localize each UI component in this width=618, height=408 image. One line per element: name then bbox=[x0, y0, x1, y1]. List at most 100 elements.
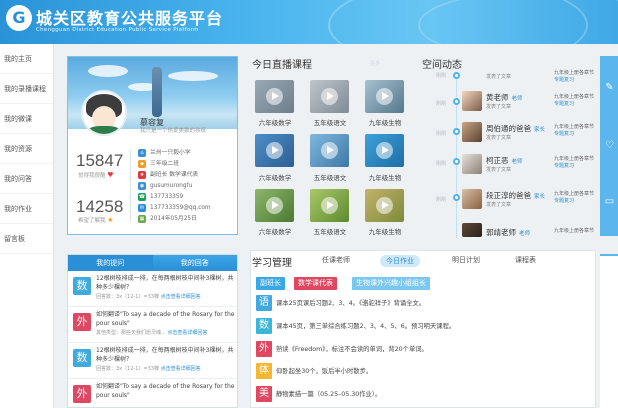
course-thumb[interactable] bbox=[310, 189, 349, 222]
activity-target[interactable]: 九年级上册各章节 bbox=[554, 228, 594, 235]
homework-text: 课本25页课后习题2、3、4。《骆驼祥子》背诵全文。 bbox=[276, 300, 426, 307]
info-phone: ☎ 137733359 bbox=[138, 192, 184, 201]
course-label[interactable]: 五年级语文 bbox=[302, 172, 358, 182]
info-school: ⌂ 兰州一只毅小学 bbox=[138, 148, 191, 159]
activity-user[interactable]: 柯正恶 老师 bbox=[486, 155, 523, 166]
list-item[interactable]: 外 如何翻译"To say a decade of the Rosary for… bbox=[68, 307, 237, 343]
avatar[interactable] bbox=[462, 189, 482, 209]
tab-my-questions[interactable]: 我的提问 bbox=[68, 255, 153, 271]
sidebar-item-qa[interactable]: 我的问答 bbox=[0, 164, 53, 194]
list-item[interactable]: 数 12根树枝排成一排，在每两根树枝中间补3棵树，共种多少棵树？ 回答数：3x（… bbox=[68, 271, 237, 307]
role-icon: ★ bbox=[138, 170, 146, 179]
subject-badge: 美 bbox=[256, 386, 272, 402]
heart-icon: ♥ bbox=[107, 171, 114, 179]
activity-target[interactable]: 九年级上册各章节 专题复习 bbox=[554, 124, 594, 138]
live-more-link[interactable]: 更多 bbox=[370, 60, 380, 67]
course-thumb[interactable] bbox=[365, 189, 404, 222]
list-item[interactable]: 外 如何翻译"To say a decade of the Rosary for… bbox=[68, 379, 237, 407]
sidebar-item-resources[interactable]: 我的资源 bbox=[0, 134, 53, 164]
activity-user[interactable]: 郭靖老师 老师 bbox=[486, 227, 530, 238]
question-text: 如何翻译"To say a decade of the Rosary for t… bbox=[96, 383, 235, 399]
course-label[interactable]: 九年级生物 bbox=[357, 117, 413, 127]
avatar[interactable] bbox=[462, 91, 482, 111]
course-label[interactable]: 六年级数学 bbox=[247, 117, 303, 127]
study-title: 学习管理 bbox=[252, 258, 292, 269]
sidebar-item-homework[interactable]: 我的作业 bbox=[0, 194, 53, 224]
sidebar-item-home[interactable]: 我的主页 bbox=[0, 44, 53, 74]
course-label[interactable]: 九年级生物 bbox=[357, 172, 413, 182]
avatar[interactable] bbox=[462, 223, 482, 237]
tab-today-homework[interactable]: 今日作业 bbox=[380, 255, 420, 267]
play-icon bbox=[376, 197, 393, 214]
list-item[interactable]: 数 12根树枝排成一排，在每两根树枝中间补3棵树，共种多少棵树？ 回答数：3x（… bbox=[68, 343, 237, 379]
avatar[interactable] bbox=[81, 90, 127, 136]
live-courses-title: 今日直播课程 bbox=[252, 60, 312, 71]
homework-row[interactable]: 语 课本25页课后习题2、3、4。《骆驼祥子》背诵全文。 bbox=[254, 294, 592, 314]
activity-desc: 发表了文章 bbox=[486, 104, 512, 110]
play-icon bbox=[321, 197, 338, 214]
course-thumb[interactable] bbox=[365, 80, 404, 113]
play-icon bbox=[376, 88, 393, 105]
course-label[interactable]: 六年级数学 bbox=[247, 226, 303, 236]
timeline-dot bbox=[453, 98, 460, 105]
activity-target[interactable]: 九年级上册各章节 专题复习 bbox=[554, 94, 594, 108]
heart-outline-icon[interactable]: ♡ bbox=[604, 140, 615, 151]
activity-user[interactable]: 段正淳的爸爸 家长 bbox=[486, 190, 545, 201]
sidebar-item-recorded-courses[interactable]: 我的录播课程 bbox=[0, 74, 53, 104]
tab-teachers[interactable]: 任课老师 bbox=[322, 255, 350, 265]
avatar[interactable] bbox=[462, 154, 482, 174]
profile-motto: 我只是一个热爱美数的孩纸 bbox=[140, 128, 207, 134]
course-thumb[interactable] bbox=[310, 80, 349, 113]
homework-row[interactable]: 美 静物素描一篇（05.25–05.30作业）。 bbox=[254, 385, 592, 405]
timeline-dot bbox=[453, 194, 460, 201]
homework-row[interactable]: 体 仰卧起坐30个，饭后半小时散步。 bbox=[254, 362, 592, 382]
timeline-dot bbox=[453, 158, 460, 165]
subject-badge: 外 bbox=[73, 385, 91, 403]
phone-icon: ☎ bbox=[138, 192, 146, 201]
role-tag: 数学课代表 bbox=[294, 277, 337, 290]
tab-my-answers[interactable]: 我的回答 bbox=[153, 255, 238, 271]
activity-user[interactable]: 黄老师 老师 bbox=[486, 92, 523, 103]
sidebar-item-message-board[interactable]: 留言板 bbox=[0, 224, 53, 254]
course-label[interactable]: 五年级语文 bbox=[302, 117, 358, 127]
subject-badge: 外 bbox=[256, 341, 272, 357]
course-thumb[interactable] bbox=[255, 134, 294, 167]
course-thumb[interactable] bbox=[255, 80, 294, 113]
sidebar-item-micro-courses[interactable]: 我的微课 bbox=[0, 104, 53, 134]
course-label[interactable]: 五年级语文 bbox=[302, 226, 358, 236]
sidebar: 我的主页 我的录播课程 我的微课 我的资源 我的问答 我的作业 留言板 bbox=[0, 44, 54, 408]
activity-desc: 发表了文章 bbox=[486, 167, 512, 173]
avatar[interactable] bbox=[462, 122, 482, 142]
tab-timetable[interactable]: 课程表 bbox=[515, 255, 536, 265]
know-count: 14258 bbox=[76, 197, 124, 216]
course-label[interactable]: 六年级数学 bbox=[247, 172, 303, 182]
activity-desc: 发表了文章 bbox=[486, 135, 512, 141]
detail-link[interactable]: 点击查看详细回答 bbox=[161, 366, 201, 372]
activity-target[interactable]: 九年级上册各章节 专题复习 bbox=[554, 70, 594, 84]
subject-badge: 语 bbox=[256, 295, 272, 311]
activity-target[interactable]: 九年级上册各章节 专题复习 bbox=[554, 191, 594, 205]
activity-time: 刚刚 bbox=[436, 197, 447, 203]
site-header: G 城关区教育公共服务平台 Chengguan District Educati… bbox=[0, 0, 618, 44]
edit-icon[interactable]: ✎ bbox=[604, 82, 615, 93]
course-label[interactable]: 九年级生物 bbox=[357, 226, 413, 236]
activity-target[interactable]: 九年级上册各章节 专题复习 bbox=[554, 156, 594, 170]
star-icon: ★ bbox=[107, 216, 114, 224]
question-meta: 回答数：3x（12-1）=33棵 点击查看详细回答 bbox=[96, 366, 201, 372]
comment-icon[interactable]: ▭ bbox=[604, 196, 615, 207]
course-thumb[interactable] bbox=[310, 134, 349, 167]
course-thumb[interactable] bbox=[255, 189, 294, 222]
activity-desc: 发表了文章 bbox=[486, 74, 512, 80]
question-text: 12根树枝排成一排，在每两根树枝中间补3棵树，共种多少棵树？ bbox=[96, 347, 234, 363]
logo-icon[interactable]: G bbox=[6, 5, 32, 31]
cool-label: 觉得我很酷 ♥ bbox=[78, 171, 114, 179]
course-thumb[interactable] bbox=[365, 134, 404, 167]
detail-link[interactable]: 点击查看详细回答 bbox=[161, 294, 201, 300]
header-decoration bbox=[418, 0, 618, 44]
homework-row[interactable]: 数 课本45页，第三单综合练习题2、3、4、5、6。预习明天课程。 bbox=[254, 317, 592, 337]
homework-row[interactable]: 外 熟读《Freedom》，标注不会读的单词，背20个单词。 bbox=[254, 340, 592, 360]
tab-tomorrow-plan[interactable]: 明日计划 bbox=[452, 255, 480, 265]
role-tag: 生物课外兴趣小组组长 bbox=[352, 277, 430, 290]
detail-link[interactable]: 点击查看详细回答 bbox=[167, 330, 207, 336]
activity-user[interactable]: 周伯通的爸爸 家长 bbox=[486, 123, 545, 134]
